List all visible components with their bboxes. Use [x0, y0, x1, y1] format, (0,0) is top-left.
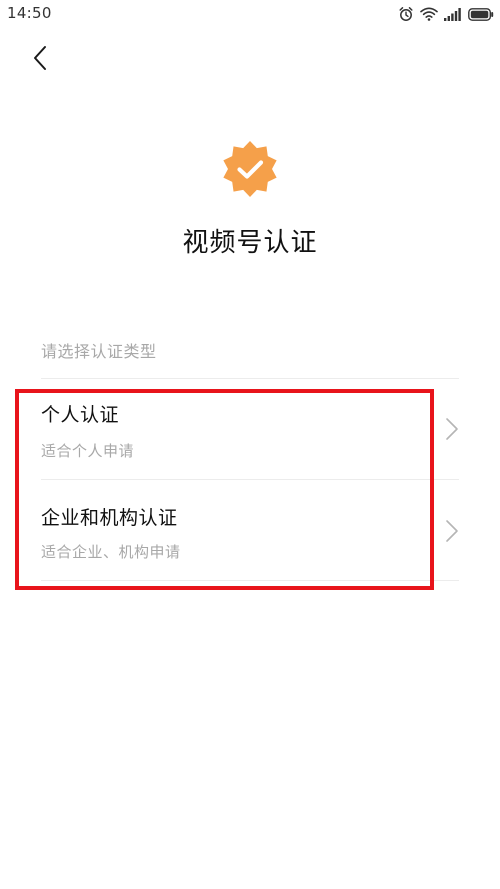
battery-icon	[468, 7, 494, 21]
status-time: 14:50	[7, 4, 52, 22]
chevron-left-icon	[32, 45, 48, 75]
option-description: 适合个人申请	[41, 442, 135, 460]
wifi-icon	[420, 7, 438, 21]
divider	[41, 580, 459, 581]
back-button[interactable]	[22, 42, 58, 78]
signal-icon	[444, 7, 462, 21]
chevron-right-icon	[444, 417, 460, 441]
option-title: 个人认证	[41, 404, 120, 426]
alarm-icon	[398, 6, 414, 22]
verified-badge-icon	[221, 140, 279, 198]
option-personal-verification[interactable]: 个人认证 适合个人申请	[0, 379, 500, 479]
option-enterprise-verification[interactable]: 企业和机构认证 适合企业、机构申请	[0, 480, 500, 580]
option-title: 企业和机构认证	[41, 507, 178, 529]
status-bar: 14:50	[0, 0, 500, 28]
option-description: 适合企业、机构申请	[41, 543, 181, 561]
page-title: 视频号认证	[182, 228, 318, 258]
chevron-right-icon	[444, 519, 460, 543]
section-hint: 请选择认证类型	[41, 342, 157, 361]
status-icons	[398, 5, 494, 23]
